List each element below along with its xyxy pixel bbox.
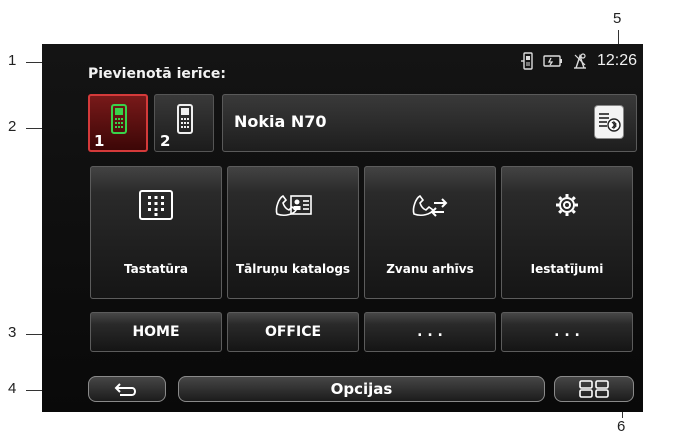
callout-3: 3 [8,324,17,341]
phonebook-icon [227,190,359,220]
connected-device-label: Pievienotā ierīce: [88,66,226,82]
preset-button-4[interactable]: . . . [501,312,633,352]
back-button[interactable] [88,376,166,402]
options-button[interactable]: Opcijas [178,376,545,402]
tile-settings-label: Iestatījumi [530,262,604,276]
callout-1: 1 [8,52,17,69]
device-screen: 12:26 Pievienotā ierīce: 1 2 Nokia N70 T… [42,44,643,412]
callout-6: 6 [617,418,626,435]
grid-menu-icon [579,380,609,398]
phone-white-icon [177,104,193,134]
phone-slot-1-number: 1 [94,132,105,150]
call-log-icon [364,190,496,220]
phone-slot-2-number: 2 [160,132,171,150]
device-name: Nokia N70 [234,112,327,131]
tile-call-log[interactable]: Zvanu arhīvs [364,166,496,299]
bluetooth-list-icon [599,113,621,132]
tile-keypad-label: Tastatūra [123,262,188,276]
tile-call-log-label: Zvanu arhīvs [386,262,474,276]
preset-button-1[interactable]: HOME [90,312,222,352]
tile-settings[interactable]: Iestatījumi [501,166,633,299]
callout-5: 5 [613,10,622,27]
bottom-bar: Opcijas [42,372,643,406]
status-bar: 12:26 [520,50,637,72]
back-arrow-icon [114,383,136,396]
gps-satellite-icon [571,52,589,70]
battery-icon [543,55,563,67]
status-clock: 12:26 [596,52,637,69]
preset-button-3[interactable]: . . . [364,312,496,352]
tile-phonebook-label: Tālruņu katalogs [235,262,351,276]
callout-4: 4 [8,380,17,397]
menu-button[interactable] [554,376,634,402]
preset-button-2[interactable]: OFFICE [227,312,359,352]
keypad-icon [90,190,222,220]
tile-phonebook[interactable]: Tālruņu katalogs [227,166,359,299]
bluetooth-list-button[interactable] [595,106,623,138]
phone-slot-1-button[interactable]: 1 [88,94,148,152]
tile-keypad[interactable]: Tastatūra [90,166,222,299]
device-name-panel: Nokia N70 [222,94,637,152]
phone-slot-2-button[interactable]: 2 [154,94,214,152]
callout-2: 2 [8,118,17,135]
phone-green-icon [111,104,127,134]
settings-gear-icon [501,190,633,220]
options-button-label: Opcijas [330,380,393,398]
phone-connected-icon [520,52,535,70]
